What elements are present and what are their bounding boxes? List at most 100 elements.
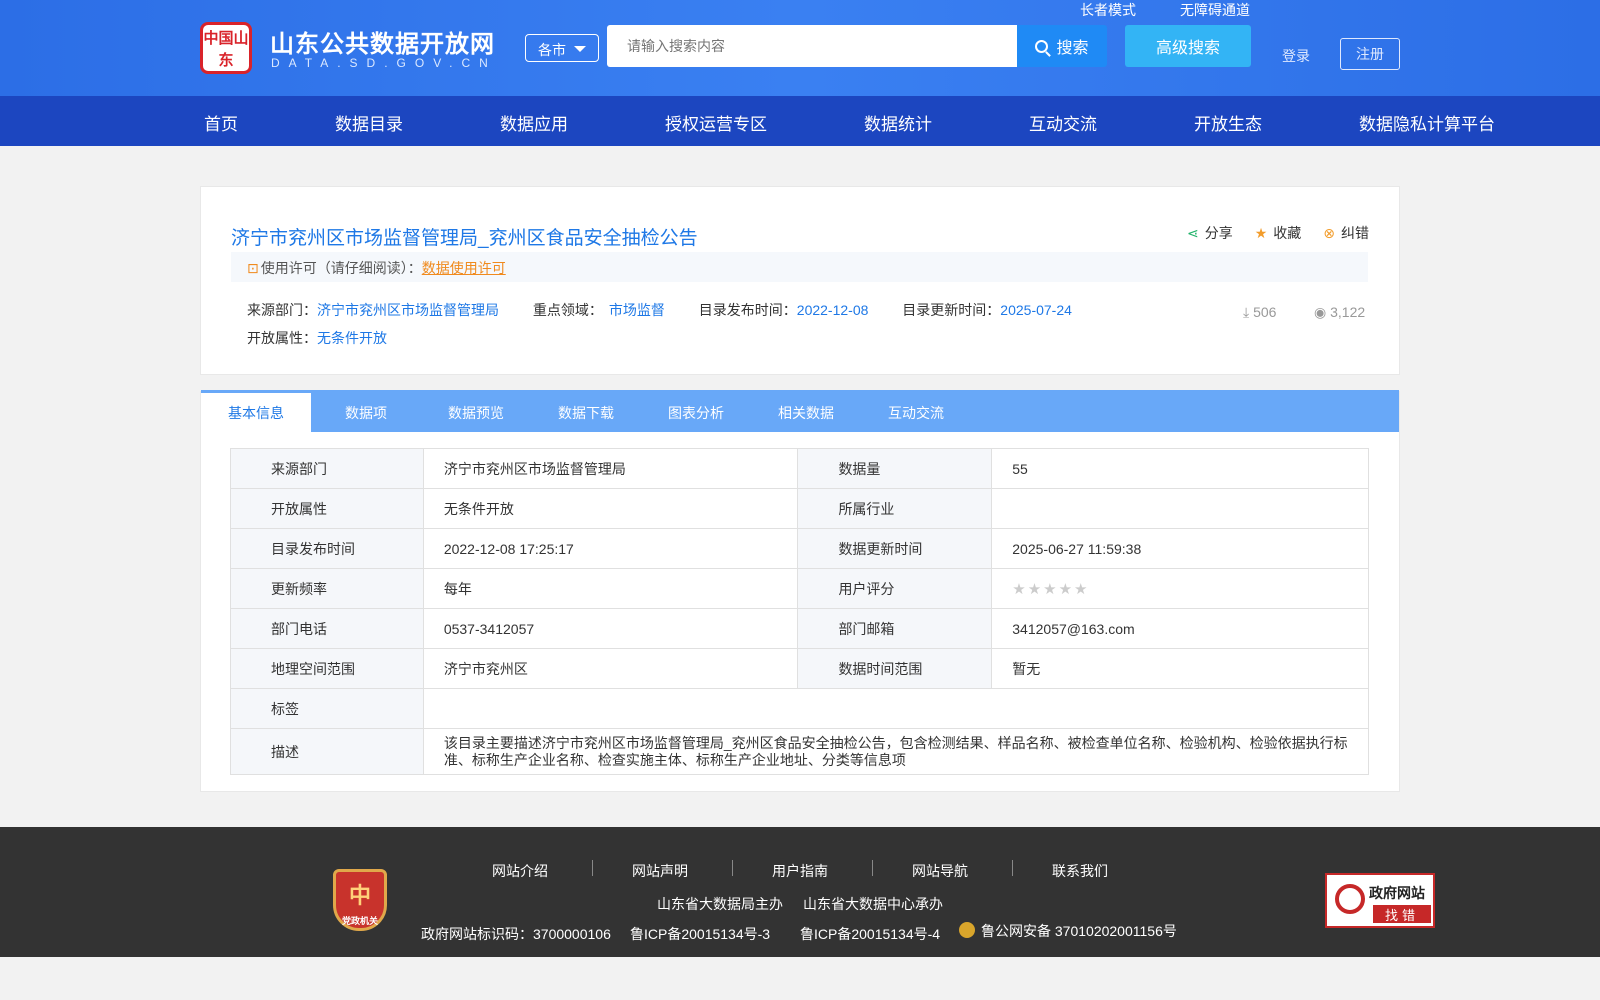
search-icon bbox=[1035, 39, 1049, 53]
cell-value: 济宁市兖州区 bbox=[422, 648, 799, 689]
meta-row-2: 开放属性：无条件开放 bbox=[247, 328, 387, 348]
favorite-button[interactable]: ★ 收藏 bbox=[1255, 223, 1302, 243]
cell-label: 数据量 bbox=[797, 448, 993, 489]
report-label: 纠错 bbox=[1341, 225, 1369, 241]
table-row: 部门电话 0537-3412057 部门邮箱 3412057@163.com bbox=[230, 608, 1369, 649]
tab-basic-info[interactable]: 基本信息 bbox=[201, 390, 311, 432]
table-row: 描述 该目录主要描述济宁市兖州区市场监督管理局_兖州区食品安全抽检公告，包含检测… bbox=[230, 728, 1370, 775]
cell-value: 3412057@163.com bbox=[991, 608, 1369, 649]
star-rating-icons[interactable]: ★★★★★ bbox=[1012, 581, 1089, 598]
cell-label: 目录发布时间 bbox=[230, 528, 424, 569]
login-link[interactable]: 登录 bbox=[1282, 46, 1310, 66]
magnifier-icon bbox=[1335, 884, 1365, 914]
update-label: 目录更新时间： bbox=[902, 302, 1001, 318]
share-icon: ⋖ bbox=[1186, 225, 1199, 241]
cell-value: 济宁市兖州区市场监督管理局 bbox=[422, 448, 799, 489]
site-footer: 中党政机关 网站介绍 网站声明 用户指南 网站导航 联系我们 山东省大数据局主办… bbox=[0, 827, 1600, 957]
download-count: ⤓ 506 bbox=[1243, 304, 1276, 321]
tab-related-data[interactable]: 相关数据 bbox=[778, 390, 834, 432]
site-title[interactable]: 山东公共数据开放网 bbox=[270, 24, 495, 59]
footer-icp-1[interactable]: 鲁ICP备20015134号-3 bbox=[630, 924, 770, 944]
tab-interaction[interactable]: 互动交流 bbox=[888, 390, 944, 432]
nav-item-catalog[interactable]: 数据目录 bbox=[335, 110, 403, 135]
cell-value: 0537-3412057 bbox=[422, 608, 799, 649]
share-button[interactable]: ⋖ 分享 bbox=[1187, 223, 1233, 243]
table-row: 标签 bbox=[230, 688, 1370, 729]
site-header: 中国山东 山东公共数据开放网 DATA.SD.GOV.CN 长者模式 无障碍通道… bbox=[0, 0, 1600, 96]
tab-data-preview[interactable]: 数据预览 bbox=[448, 390, 504, 432]
tag-value bbox=[422, 688, 1370, 729]
city-select[interactable]: 各市 bbox=[525, 34, 599, 62]
bookmark-icon: ⊡ bbox=[247, 260, 259, 276]
footer-link-about[interactable]: 网站介绍 bbox=[492, 861, 548, 881]
police-badge-icon bbox=[959, 922, 975, 938]
footer-link-guide[interactable]: 用户指南 bbox=[772, 861, 828, 881]
open-label: 开放属性： bbox=[247, 330, 317, 346]
table-row: 目录发布时间 2022-12-08 17:25:17 数据更新时间 2025-0… bbox=[230, 528, 1369, 569]
elder-mode-link[interactable]: 长者模式 bbox=[1080, 0, 1136, 20]
accessibility-link[interactable]: 无障碍通道 bbox=[1180, 0, 1250, 20]
cell-value: 2025-06-27 11:59:38 bbox=[991, 528, 1369, 569]
tab-chart-analysis[interactable]: 图表分析 bbox=[668, 390, 724, 432]
nav-item-home[interactable]: 首页 bbox=[204, 110, 238, 135]
nav-item-statistics[interactable]: 数据统计 bbox=[864, 110, 932, 135]
detail-tabs: 基本信息 数据项 数据预览 数据下载 图表分析 相关数据 互动交流 bbox=[201, 390, 1399, 432]
report-icon: ⊗ bbox=[1323, 225, 1335, 241]
cell-value: 无条件开放 bbox=[422, 488, 799, 529]
footer-link-statement[interactable]: 网站声明 bbox=[632, 861, 688, 881]
search-input[interactable] bbox=[607, 25, 1017, 67]
city-select-label: 各市 bbox=[538, 42, 566, 58]
dataset-title: 济宁市兖州区市场监督管理局_兖州区食品安全抽检公告 bbox=[231, 228, 698, 249]
tab-data-download[interactable]: 数据下载 bbox=[558, 390, 614, 432]
cell-value: 每年 bbox=[422, 568, 799, 609]
nav-item-privacy-computing[interactable]: 数据隐私计算平台 bbox=[1359, 110, 1495, 135]
user-rating[interactable]: ★★★★★ bbox=[991, 568, 1369, 609]
site-domain: DATA.SD.GOV.CN bbox=[271, 56, 497, 70]
footer-link-sitemap[interactable]: 网站导航 bbox=[912, 861, 968, 881]
source-label: 来源部门： bbox=[247, 302, 317, 318]
table-row: 来源部门 济宁市兖州区市场监督管理局 数据量 55 bbox=[230, 448, 1369, 489]
download-icon: ⤓ bbox=[1243, 304, 1254, 320]
party-gov-badge[interactable]: 中党政机关 bbox=[333, 869, 387, 931]
footer-site-id: 政府网站标识码：3700000106 bbox=[421, 926, 611, 942]
search-button[interactable]: 搜索 bbox=[1017, 25, 1107, 67]
advanced-search-button[interactable]: 高级搜索 bbox=[1125, 25, 1251, 67]
site-logo-seal[interactable]: 中国山东 bbox=[200, 22, 252, 74]
source-value[interactable]: 济宁市兖州区市场监督管理局 bbox=[317, 302, 499, 318]
license-link[interactable]: 数据使用许可 bbox=[422, 260, 506, 276]
footer-divider bbox=[872, 860, 873, 876]
gov-error-finder-badge[interactable]: 政府网站 找错 bbox=[1325, 873, 1435, 928]
tab-data-items[interactable]: 数据项 bbox=[345, 390, 387, 432]
report-error-button[interactable]: ⊗ 纠错 bbox=[1323, 223, 1369, 243]
footer-police-record[interactable]: 鲁公网安备 37010202001156号 bbox=[959, 921, 1177, 941]
cell-label: 所属行业 bbox=[797, 488, 993, 529]
badge-label: 党政机关 bbox=[341, 916, 378, 926]
footer-divider bbox=[732, 860, 733, 876]
table-row: 开放属性 无条件开放 所属行业 bbox=[230, 488, 1369, 529]
nav-item-interaction[interactable]: 互动交流 bbox=[1029, 110, 1097, 135]
register-button[interactable]: 注册 bbox=[1340, 38, 1400, 70]
main-nav: 首页 数据目录 数据应用 授权运营专区 数据统计 互动交流 开放生态 数据隐私计… bbox=[0, 96, 1600, 146]
nav-item-apps[interactable]: 数据应用 bbox=[500, 110, 568, 135]
footer-divider bbox=[592, 860, 593, 876]
field-value[interactable]: 市场监督 bbox=[609, 302, 665, 318]
police-record-text: 鲁公网安备 37010202001156号 bbox=[981, 923, 1177, 939]
eye-icon: ◉ bbox=[1314, 304, 1331, 320]
chevron-down-icon bbox=[574, 46, 586, 52]
dataset-actions: ⋖ 分享 ★ 收藏 ⊗ 纠错 bbox=[1187, 223, 1369, 243]
cell-label: 地理空间范围 bbox=[230, 648, 424, 689]
cell-label: 数据更新时间 bbox=[797, 528, 993, 569]
download-count-value: 506 bbox=[1253, 304, 1277, 320]
description-value: 该目录主要描述济宁市兖州区市场监督管理局_兖州区食品安全抽检公告，包含检测结果、… bbox=[422, 728, 1370, 775]
table-row: 地理空间范围 济宁市兖州区 数据时间范围 暂无 bbox=[230, 648, 1369, 689]
footer-link-contact[interactable]: 联系我们 bbox=[1052, 861, 1108, 881]
cell-label: 开放属性 bbox=[230, 488, 424, 529]
basic-info-table: 来源部门 济宁市兖州区市场监督管理局 数据量 55 开放属性 无条件开放 所属行… bbox=[230, 448, 1370, 775]
license-bar: ⊡ 使用许可（请仔细阅读）：数据使用许可 bbox=[231, 252, 1368, 282]
footer-icp-2[interactable]: 鲁ICP备20015134号-4 bbox=[800, 924, 940, 944]
nav-item-authorized-ops[interactable]: 授权运营专区 bbox=[665, 110, 767, 135]
cell-value: 2022-12-08 17:25:17 bbox=[422, 528, 799, 569]
nav-item-ecosystem[interactable]: 开放生态 bbox=[1194, 110, 1262, 135]
cell-label: 部门邮箱 bbox=[797, 608, 993, 649]
cell-label: 标签 bbox=[230, 688, 424, 729]
